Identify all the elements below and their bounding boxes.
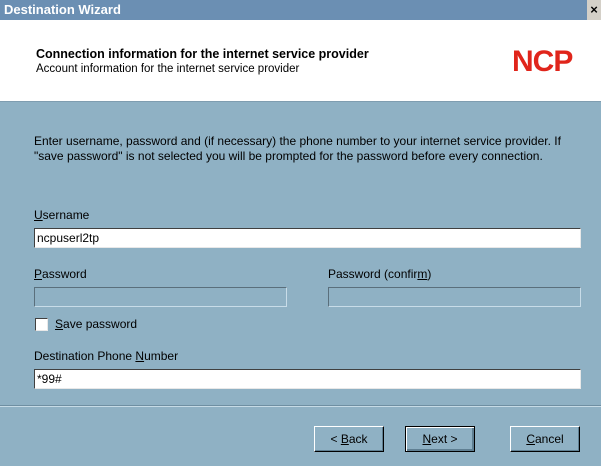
next-button[interactable]: Next > bbox=[405, 426, 475, 452]
header-subtitle: Account information for the internet ser… bbox=[36, 63, 300, 75]
password-label-post: assword bbox=[42, 267, 87, 281]
phone-label-post: umber bbox=[144, 349, 179, 363]
cancel-button-post: ancel bbox=[534, 432, 564, 446]
next-button-post: ext > bbox=[431, 432, 458, 446]
phone-number-input[interactable] bbox=[34, 369, 581, 389]
back-button-post: ack bbox=[348, 432, 368, 446]
back-button-pre: < bbox=[330, 432, 341, 446]
back-button[interactable]: < Back bbox=[314, 426, 384, 452]
save-password-checkbox[interactable] bbox=[35, 318, 48, 331]
button-divider bbox=[0, 405, 601, 407]
username-label-key: U bbox=[34, 208, 43, 222]
password-confirm-input[interactable] bbox=[328, 287, 581, 307]
close-icon[interactable]: × bbox=[587, 0, 601, 20]
back-button-key: B bbox=[340, 432, 349, 446]
cancel-button[interactable]: Cancel bbox=[510, 426, 580, 452]
password-label-key: P bbox=[34, 267, 43, 281]
password-label: Password bbox=[34, 267, 87, 281]
window-title: Destination Wizard bbox=[4, 2, 121, 17]
phone-label-pre: Destination Phone bbox=[34, 349, 136, 363]
save-password-label-post: ave password bbox=[63, 317, 138, 331]
phone-label-key: N bbox=[135, 349, 145, 363]
password-confirm-label-post: ) bbox=[427, 267, 432, 281]
intro-text: Enter username, password and (if necessa… bbox=[34, 134, 561, 163]
title-bar: Destination Wizard × bbox=[0, 0, 601, 20]
username-label: Username bbox=[34, 208, 89, 222]
username-label-post: sername bbox=[42, 208, 90, 222]
cancel-button-key: C bbox=[526, 432, 535, 446]
header-title: Connection information for the internet … bbox=[36, 47, 369, 61]
password-confirm-label-pre: Password (confir bbox=[328, 267, 418, 281]
password-confirm-label-key: m bbox=[417, 267, 428, 281]
next-button-key: N bbox=[422, 432, 432, 446]
wizard-header: Connection information for the internet … bbox=[0, 20, 601, 102]
ncp-logo: NCP bbox=[512, 45, 573, 78]
save-password-label[interactable]: Save password bbox=[55, 317, 137, 331]
password-input[interactable] bbox=[34, 287, 287, 307]
username-input[interactable] bbox=[34, 228, 581, 248]
phone-label: Destination Phone Number bbox=[34, 349, 178, 363]
save-password-label-key: S bbox=[55, 317, 64, 331]
password-confirm-label: Password (confirm) bbox=[328, 267, 431, 281]
